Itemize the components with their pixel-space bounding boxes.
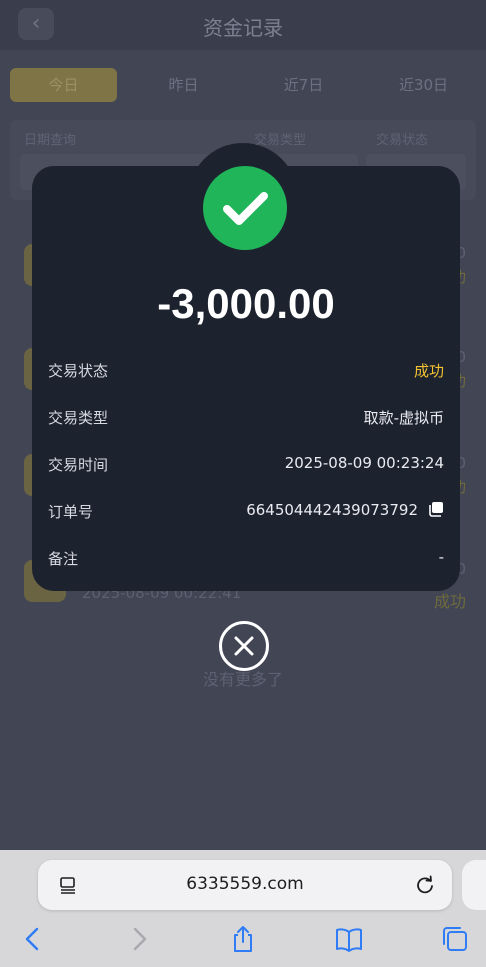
- copy-icon[interactable]: [428, 501, 444, 517]
- date-query-label: 日期查询: [24, 133, 77, 148]
- address-bar[interactable]: 6335559.com: [38, 860, 452, 910]
- time-row: 交易时间 2025-08-09 00:23:24: [48, 450, 444, 480]
- transaction-status-label: 交易状态: [376, 133, 429, 148]
- type-value: 取款-虚拟币: [363, 409, 444, 427]
- forward-icon[interactable]: [124, 924, 154, 954]
- remark-value: -: [438, 548, 444, 566]
- time-value: 2025-08-09 00:23:24: [284, 454, 444, 472]
- tabs-icon[interactable]: [440, 924, 470, 954]
- type-row: 交易类型 取款-虚拟币: [48, 403, 444, 433]
- status-label: 交易状态: [48, 362, 109, 380]
- url-text: 6335559.com: [186, 874, 304, 894]
- close-modal-button[interactable]: [219, 621, 269, 671]
- order-value-wrap: 664504442439073792: [246, 501, 444, 519]
- back-icon[interactable]: [18, 924, 48, 954]
- browser-toolbar: 6335559.com: [0, 850, 486, 967]
- page-title: 资金记录: [203, 16, 283, 40]
- status-value: 成功: [413, 362, 444, 380]
- share-icon[interactable]: [228, 924, 258, 954]
- transaction-type-label: 交易类型: [254, 133, 307, 148]
- tab-yesterday[interactable]: 昨日: [130, 68, 237, 102]
- order-row: 订单号 664504442439073792: [48, 497, 444, 527]
- bookmarks-icon[interactable]: [334, 924, 364, 954]
- remark-row: 备注 -: [48, 544, 444, 574]
- type-label: 交易类型: [48, 409, 109, 427]
- status-row: 交易状态 成功: [48, 356, 444, 386]
- time-label: 交易时间: [48, 456, 109, 474]
- order-label: 订单号: [48, 503, 94, 521]
- remark-label: 备注: [48, 550, 79, 568]
- date-range-tabs: 今日 昨日 近7日 近30日: [10, 68, 476, 102]
- check-circle-icon: [203, 166, 287, 250]
- transaction-amount: -3,000.00: [157, 280, 335, 327]
- next-tab-peek[interactable]: [462, 860, 486, 910]
- tab-today[interactable]: 今日: [10, 68, 117, 102]
- order-number: 664504442439073792: [246, 501, 418, 519]
- top-bar: ‹ 资金记录: [0, 0, 486, 50]
- reload-icon[interactable]: [414, 874, 436, 896]
- tab-last-7-days[interactable]: 近7日: [250, 68, 357, 102]
- record-status: 成功: [433, 592, 466, 611]
- tab-last-30-days[interactable]: 近30日: [370, 68, 477, 102]
- close-icon: [234, 636, 254, 656]
